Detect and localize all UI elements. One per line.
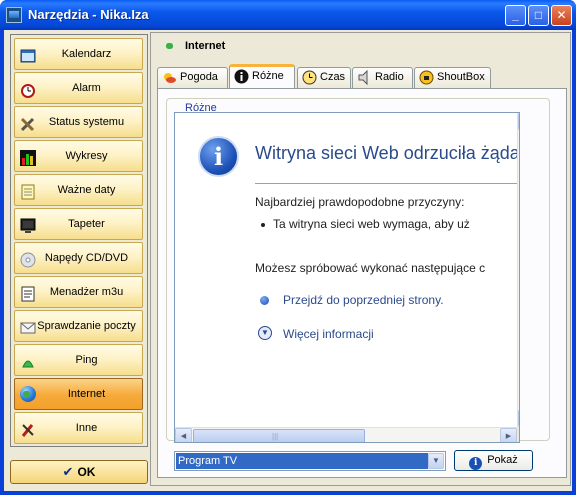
sidebar-item-label: Tapeter [68,218,105,230]
try-text: Możesz spróbować wykonać następujące c [255,261,486,275]
alarm-clock-icon [20,80,36,98]
sidebar-item-alarm[interactable]: Alarm [14,72,143,104]
scroll-right-button[interactable]: ▶ [500,428,517,442]
tab-label: Pogoda [180,71,218,83]
ok-button[interactable]: ✔ OK [10,460,148,484]
misc-tools-icon [20,420,36,437]
mail-icon [20,318,36,334]
sidebar-item-label: Menadżer m3u [49,286,124,298]
tab-czas[interactable]: Czas [297,67,351,88]
causes-title: Najbardziej prawdopodobne przyczyny: [255,195,465,209]
sidebar-item-label: Kalendarz [61,48,112,60]
close-button[interactable]: ✕ [551,5,572,26]
tools-icon [20,114,36,132]
scroll-left-button[interactable]: ◀ [175,428,192,442]
more-info-link[interactable]: Więcej informacji [283,327,374,341]
sidebar-item-label: Ważne daty [57,184,116,196]
playlist-icon [20,284,36,302]
sidebar-item-kalendarz[interactable]: Kalendarz [14,38,143,70]
tab-shoutbox[interactable]: ShoutBox [414,67,491,88]
ok-label: OK [77,465,96,479]
sidebar-item-inne[interactable]: Inne [14,412,143,444]
sidebar-item-label: Inne [75,422,98,434]
error-heading: Witryna sieci Web odrzuciła żąda [255,143,520,163]
back-link[interactable]: Przejdź do poprzedniej strony. [283,293,444,307]
shoutbox-icon [419,70,434,85]
window-client: Kalendarz Alarm Status systemu Wykresy W… [4,30,572,491]
monitor-icon [20,216,36,233]
embedded-browser[interactable]: i Witryna sieci Web odrzuciła żąda Najba… [174,112,520,443]
sidebar-item-label: Sprawdzanie poczty [37,320,136,332]
sidebar-item-wykresy[interactable]: Wykresy [14,140,143,172]
sidebar-item-sprawdzanie-poczty[interactable]: Sprawdzanie poczty [14,310,143,342]
info-icon [234,69,249,84]
scrollbar-corner [517,427,519,442]
select-value: Program TV [176,453,428,469]
scroll-thumb[interactable] [193,429,365,442]
notepad-icon [20,182,36,200]
globe-icon [20,386,36,402]
tab-label: Radio [375,71,404,83]
sidebar-item-label: Ping [75,354,98,366]
tab-label: ShoutBox [437,71,485,83]
tab-rozne[interactable]: Różne [229,64,295,89]
cd-icon [20,250,36,268]
minimize-button[interactable]: _ [505,5,526,26]
page-title: Internet [185,40,226,52]
tab-label: Czas [320,71,346,83]
maximize-button[interactable]: □ [528,5,549,26]
sidebar-item-status-systemu[interactable]: Status systemu [14,106,143,138]
checkmark-icon: ✔ [62,464,74,479]
sidebar: Kalendarz Alarm Status systemu Wykresy W… [10,34,148,447]
sidebar-item-label: Status systemu [48,116,125,128]
cause-item: Ta witryna sieci web wymaga, aby uż [273,217,470,231]
sidebar-item-label: Alarm [72,82,101,94]
weather-icon [162,70,177,85]
tab-radio[interactable]: Radio [352,67,413,88]
ping-icon [20,352,36,368]
app-window: Narzędzia - Nika.Iza _ □ ✕ Kalendarz Ala… [0,0,576,495]
tab-label: Różne [252,70,284,82]
chevron-down-icon[interactable]: ▼ [258,326,272,340]
clock-icon [302,70,317,85]
info-icon: i [198,136,239,177]
speaker-icon [357,69,372,86]
title-bar[interactable]: Narzędzia - Nika.Iza _ □ ✕ [0,0,576,30]
calendar-icon [20,46,36,63]
sidebar-item-menadzer-m3u[interactable]: Menadżer m3u [14,276,143,308]
show-button[interactable]: i Pokaż [454,450,533,471]
bullet-icon [260,296,269,305]
app-icon [6,7,22,23]
scroll-down-button[interactable]: ▼ [518,410,519,427]
bar-chart-icon [20,148,36,166]
sidebar-item-label: Napędy CD/DVD [44,252,129,264]
sidebar-item-ping[interactable]: Ping [14,344,143,376]
sidebar-item-label: Internet [67,388,106,400]
info-icon: i [469,457,483,470]
sidebar-item-wazne-daty[interactable]: Ważne daty [14,174,143,206]
divider [255,183,519,184]
sidebar-item-tapeter[interactable]: Tapeter [14,208,143,240]
sidebar-item-internet[interactable]: Internet [14,378,143,410]
chevron-down-icon[interactable]: ▼ [428,453,444,469]
tab-strip: Pogoda Różne Czas Radio ShoutBox [157,64,567,89]
horizontal-scrollbar[interactable]: ◀ ▶ [175,427,517,442]
vertical-scrollbar[interactable]: ▲ ▼ [517,113,519,427]
bullet [261,223,265,227]
sidebar-item-label: Wykresy [65,150,108,162]
tab-pogoda[interactable]: Pogoda [157,67,228,88]
sidebar-item-napedy-cd-dvd[interactable]: Napędy CD/DVD [14,242,143,274]
show-label: Pokaż [487,454,518,466]
source-select[interactable]: Program TV ▼ [174,451,446,471]
content-panel: Internet Pogoda Różne Czas Radio ShoutBo… [150,32,571,486]
window-title: Narzędzia - Nika.Iza [28,7,149,22]
scroll-up-button[interactable]: ▲ [518,113,519,130]
